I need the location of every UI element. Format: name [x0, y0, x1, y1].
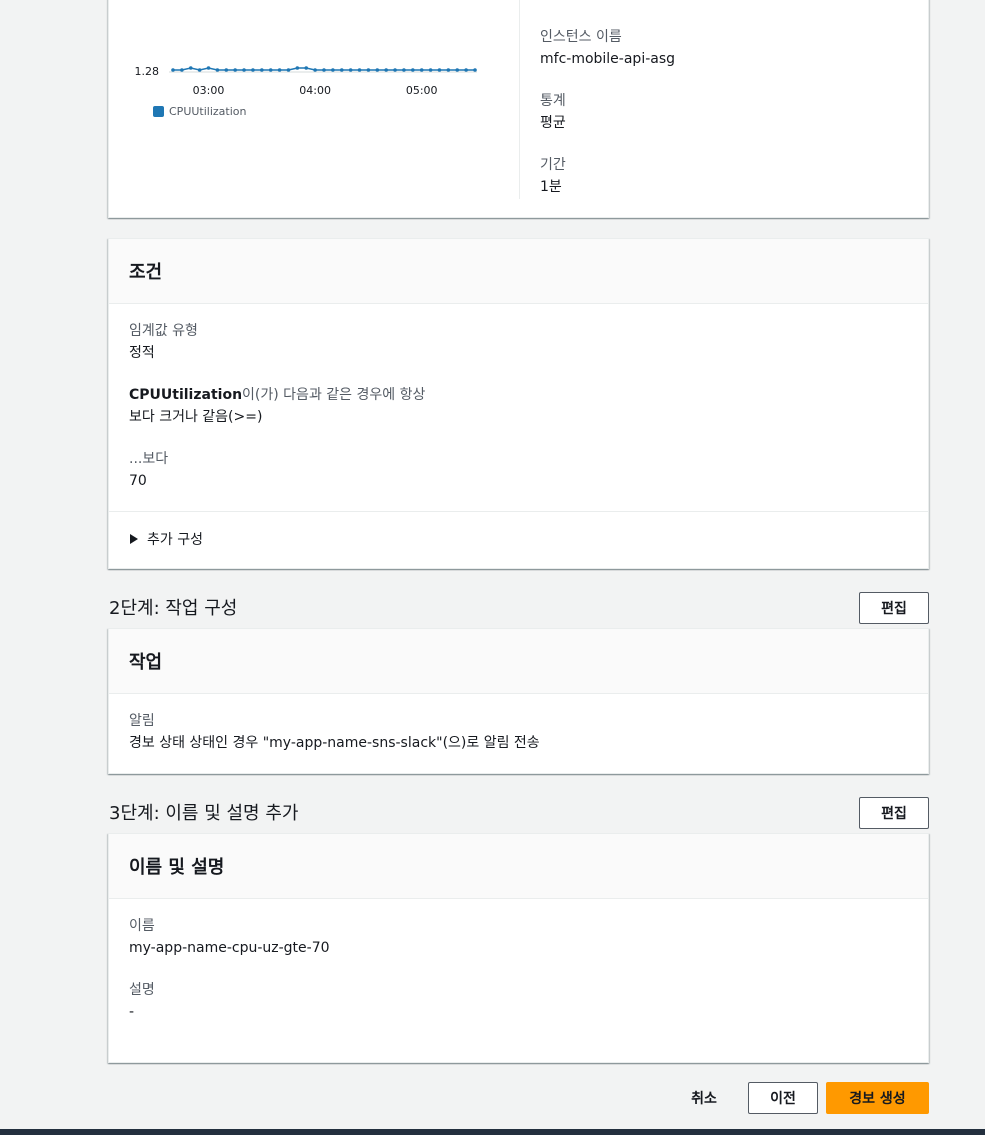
than-value: 70	[129, 473, 147, 489]
create-alarm-button[interactable]: 경보 생성	[826, 1082, 929, 1114]
data-point[interactable]	[384, 68, 388, 72]
data-point[interactable]	[304, 66, 309, 70]
data-point[interactable]	[224, 68, 229, 72]
condition: CPUUtilization이(가) 다음과 같은 경우에 항상 보다 크거나 …	[129, 385, 425, 427]
alarm-name: 이름 my-app-name-cpu-uz-gte-70	[129, 916, 330, 958]
data-point[interactable]	[197, 68, 202, 72]
alarm-name-label: 이름	[129, 918, 155, 934]
instance-name-label: 인스턴스 이름	[540, 29, 622, 45]
x-axis-ticks: 03:00 04:00 05:00	[193, 84, 438, 97]
name-description-panel: 이름 및 설명 이름 my-app-name-cpu-uz-gte-70 설명 …	[108, 833, 929, 1063]
statistic-value: 평균	[540, 115, 566, 131]
condition-suffix: 이(가) 다음과 같은 경우에 항상	[242, 387, 426, 403]
additional-config-label: 추가 구성	[147, 532, 203, 548]
data-point[interactable]	[260, 68, 264, 72]
data-point[interactable]	[348, 68, 353, 72]
notification-label: 알림	[129, 713, 155, 729]
x-tick-label: 04:00	[299, 84, 331, 97]
y-tick-label: 1.28	[135, 65, 160, 78]
data-point[interactable]	[446, 68, 451, 72]
x-tick-label: 05:00	[406, 84, 438, 97]
than-label: ...보다	[129, 451, 169, 467]
data-point[interactable]	[437, 68, 442, 72]
chart-legend: CPUUtilization	[153, 105, 246, 118]
alarm-name-value: my-app-name-cpu-uz-gte-70	[129, 940, 330, 956]
data-point[interactable]	[206, 66, 211, 70]
data-point[interactable]	[473, 68, 477, 72]
data-point[interactable]	[180, 68, 184, 72]
statistic-label: 통계	[540, 93, 566, 109]
cancel-button[interactable]: 취소	[676, 1082, 732, 1114]
chart-series	[169, 66, 477, 73]
alarm-description: 설명 -	[129, 980, 155, 1022]
legend-label: CPUUtilization	[169, 105, 247, 118]
additional-config-toggle[interactable]: 추가 구성	[130, 529, 203, 549]
data-point[interactable]	[428, 68, 433, 72]
action-panel: 작업 알림 경보 상태 상태인 경우 "my-app-name-sns-slac…	[108, 628, 929, 774]
threshold-type: 임계값 유형 정적	[129, 321, 198, 363]
step3-edit-button[interactable]: 편집	[859, 797, 929, 829]
period-value: 1분	[540, 179, 562, 195]
data-point[interactable]	[295, 66, 300, 70]
data-point[interactable]	[188, 66, 193, 70]
data-point[interactable]	[233, 68, 237, 72]
data-point[interactable]	[268, 68, 273, 72]
data-point[interactable]	[455, 68, 460, 72]
data-point[interactable]	[393, 68, 397, 72]
alarm-description-value: -	[129, 1004, 135, 1020]
data-point[interactable]	[357, 68, 362, 72]
divider	[109, 511, 928, 512]
conditions-panel: 조건 임계값 유형 정적 CPUUtilization이(가) 다음과 같은 경…	[108, 238, 929, 569]
data-point[interactable]	[313, 68, 317, 72]
alarm-description-label: 설명	[129, 982, 155, 998]
vertical-divider	[519, 0, 520, 199]
period: 기간 1분	[540, 155, 566, 197]
data-point[interactable]	[171, 68, 175, 72]
instance-name: 인스턴스 이름 mfc-mobile-api-asg	[540, 27, 675, 69]
data-point[interactable]	[286, 68, 291, 72]
instance-name-value: mfc-mobile-api-asg	[540, 51, 676, 67]
x-tick-label: 03:00	[193, 84, 225, 97]
condition-label: CPUUtilization이(가) 다음과 같은 경우에 항상	[129, 385, 425, 405]
notification: 알림 경보 상태 상태인 경우 "my-app-name-sns-slack"(…	[129, 711, 540, 753]
legend-swatch	[153, 106, 164, 117]
data-point[interactable]	[215, 68, 220, 72]
data-point[interactable]	[464, 68, 468, 72]
data-point[interactable]	[251, 68, 255, 72]
data-point[interactable]	[242, 68, 246, 72]
data-point[interactable]	[277, 68, 282, 72]
data-point[interactable]	[402, 68, 406, 72]
data-point[interactable]	[375, 68, 380, 72]
period-label: 기간	[540, 157, 566, 173]
condition-metric-name: CPUUtilization	[129, 387, 243, 403]
condition-value: 보다 크거나 같음(>=)	[129, 409, 263, 425]
action-header: 작업	[109, 629, 928, 694]
step2-title: 2단계: 작업 구성	[109, 598, 238, 619]
previous-button[interactable]: 이전	[748, 1082, 818, 1114]
bottom-bar	[0, 1129, 985, 1135]
than: ...보다 70	[129, 449, 168, 491]
data-point[interactable]	[411, 68, 415, 72]
data-point[interactable]	[366, 68, 371, 72]
metric-panel: 1.28 03:00 04:00 05:00 CPUUtilization 인스턴스…	[108, 0, 929, 218]
data-point[interactable]	[322, 68, 326, 72]
threshold-type-label: 임계값 유형	[129, 323, 198, 339]
threshold-type-value: 정적	[129, 345, 155, 361]
data-point[interactable]	[419, 68, 424, 72]
data-point[interactable]	[339, 68, 344, 72]
statistic: 통계 평균	[540, 91, 566, 133]
step3-title: 3단계: 이름 및 설명 추가	[109, 803, 299, 824]
caret-right-icon	[130, 534, 138, 544]
data-point[interactable]	[331, 68, 335, 72]
name-description-header: 이름 및 설명	[109, 834, 928, 899]
conditions-header: 조건	[109, 239, 928, 304]
step2-edit-button[interactable]: 편집	[859, 592, 929, 624]
notification-value: 경보 상태 상태인 경우 "my-app-name-sns-slack"(으)로…	[129, 735, 540, 751]
